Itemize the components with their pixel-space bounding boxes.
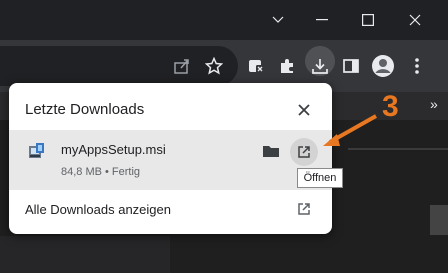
title-bar — [0, 0, 448, 40]
open-external-icon — [298, 146, 310, 158]
page-scrollbar[interactable] — [430, 205, 448, 235]
puzzle-icon[interactable] — [275, 54, 299, 78]
panel-title: Letzte Downloads — [25, 101, 145, 118]
download-file-name[interactable]: myAppsSetup.msi — [61, 142, 166, 157]
page-panel — [0, 236, 170, 273]
close-panel-icon[interactable] — [297, 103, 311, 117]
menu-dots-icon[interactable] — [405, 54, 429, 78]
share-icon[interactable] — [170, 54, 194, 78]
download-file-meta: 84,8 MB • Fertig — [61, 166, 141, 178]
show-all-downloads-link[interactable]: Alle Downloads anzeigen — [25, 202, 171, 217]
downloads-panel: Letzte Downloads myAppsSetup.msi 84,8 MB… — [9, 83, 332, 234]
download-icon[interactable] — [308, 54, 332, 78]
minimize-icon[interactable] — [299, 4, 345, 36]
download-item[interactable]: myAppsSetup.msi 84,8 MB • Fertig — [9, 130, 332, 190]
annotation-arrow — [323, 114, 377, 146]
profile-icon[interactable] — [371, 54, 395, 78]
msi-file-icon — [28, 142, 46, 160]
open-tooltip: Öffnen — [297, 168, 343, 188]
maximize-icon[interactable] — [345, 4, 391, 36]
annotation-step-number: 3 — [382, 90, 399, 123]
folder-icon[interactable] — [262, 142, 280, 160]
sidebar-icon[interactable] — [339, 54, 363, 78]
chevron-down-icon[interactable] — [255, 4, 301, 36]
extension-badge-icon[interactable] — [244, 54, 268, 78]
close-icon[interactable] — [392, 4, 438, 36]
open-file-button[interactable] — [290, 138, 318, 166]
bookmarks-overflow[interactable]: » — [430, 96, 438, 112]
open-external-icon[interactable] — [297, 202, 311, 216]
star-icon[interactable] — [202, 54, 226, 78]
